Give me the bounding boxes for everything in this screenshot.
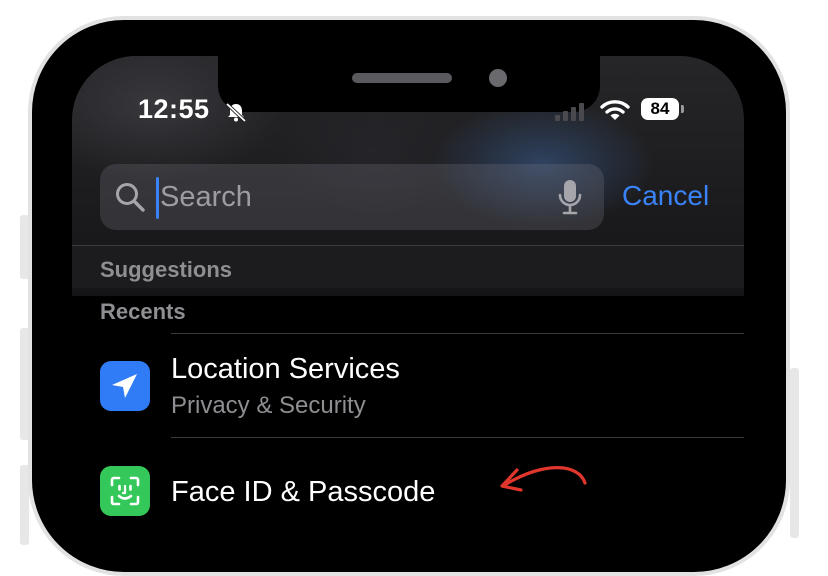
suggestions-label: Suggestions [100,257,233,282]
microphone-icon[interactable] [558,179,582,215]
bell-slash-icon [225,102,247,122]
dynamic-island [218,56,600,112]
cellular-signal-icon [555,103,584,121]
recent-item-subtitle: Privacy & Security [171,392,366,419]
face-id-icon [110,476,140,506]
recent-item-location-services[interactable]: Location Services Privacy & Security [72,334,744,436]
battery-indicator: 84 [641,98,679,120]
wifi-icon [600,100,630,120]
location-arrow-icon [112,374,137,398]
location-services-app-icon [100,361,150,411]
recent-item-title: Location Services [171,353,400,385]
power-button [790,368,799,538]
suggestions-header: Suggestions [72,246,744,288]
earpiece-speaker [352,73,452,83]
search-input[interactable] [160,174,540,220]
recent-item-title: Face ID & Passcode [171,476,436,508]
red-arrow-annotation [500,466,587,492]
status-time: 12:55 [138,94,210,124]
recents-label: Recents [100,299,186,324]
phone-screen: 12:55 84 Cancel Suggest [72,56,744,528]
face-id-app-icon [100,466,150,516]
text-cursor [156,177,159,219]
magnifying-glass-icon [116,183,145,212]
recent-item-face-id-passcode[interactable]: Face ID & Passcode [72,438,744,528]
cancel-button[interactable]: Cancel [622,180,709,212]
front-camera [489,69,507,87]
search-bar[interactable] [100,164,604,230]
battery-tip [681,105,684,113]
